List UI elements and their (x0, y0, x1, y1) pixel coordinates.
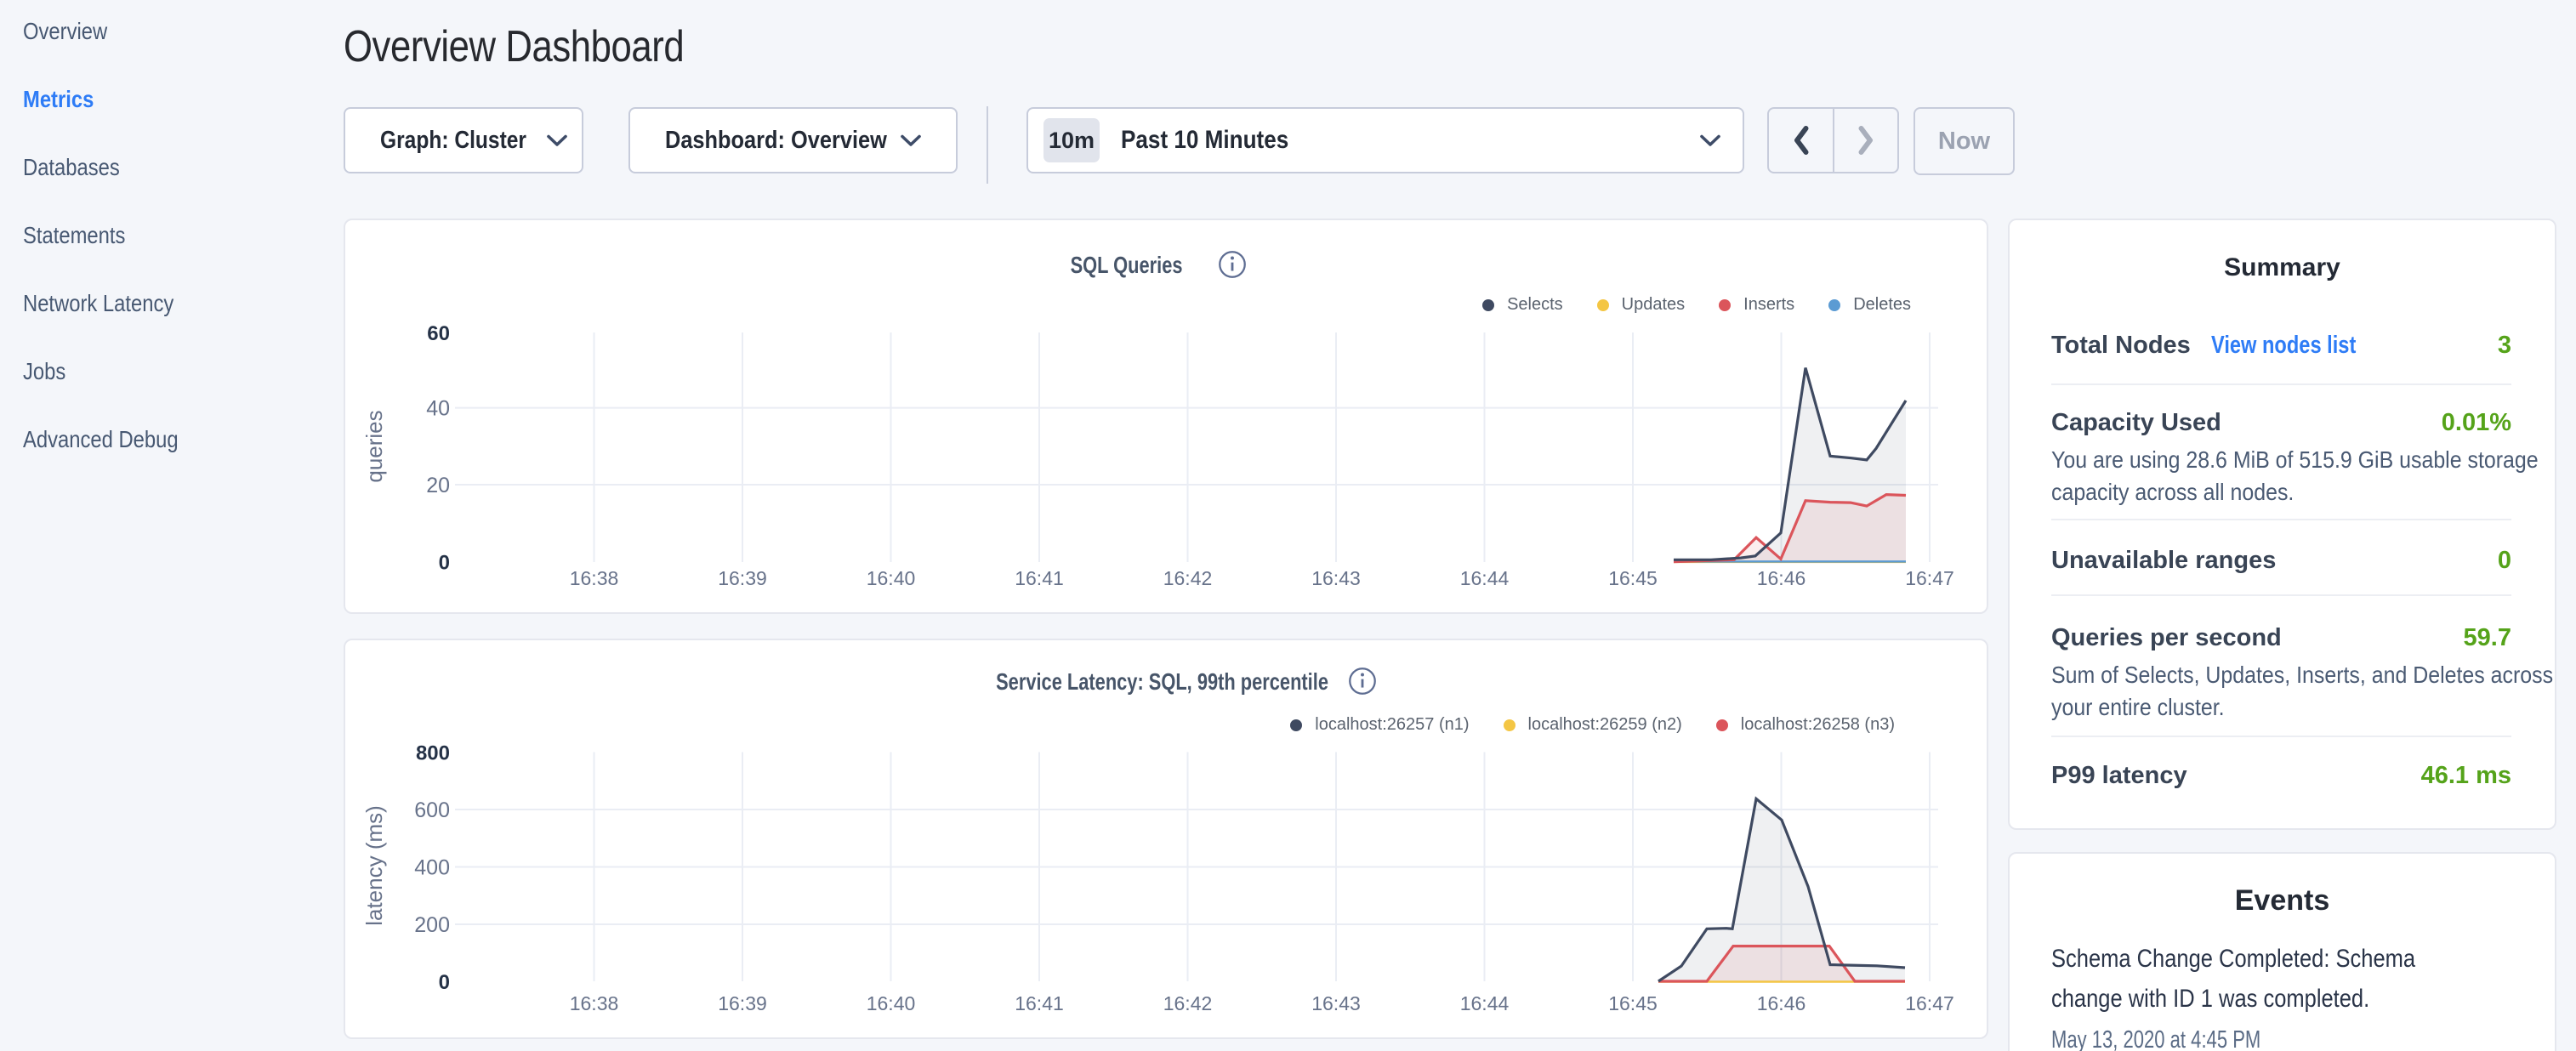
svg-text:200: 200 (414, 913, 450, 937)
svg-text:16:44: 16:44 (1460, 567, 1510, 589)
svg-text:16:43: 16:43 (1311, 567, 1361, 589)
svg-text:16:47: 16:47 (1905, 567, 1954, 589)
svg-text:800: 800 (416, 742, 450, 765)
svg-text:16:46: 16:46 (1757, 992, 1806, 1014)
svg-text:0: 0 (439, 552, 450, 575)
svg-text:16:38: 16:38 (570, 567, 619, 589)
svg-text:60: 60 (427, 322, 450, 345)
svg-text:40: 40 (426, 397, 450, 421)
svg-text:latency (ms): latency (ms) (361, 805, 387, 926)
svg-text:16:39: 16:39 (718, 567, 767, 589)
svg-text:16:40: 16:40 (867, 992, 916, 1014)
svg-text:16:42: 16:42 (1163, 567, 1213, 589)
svg-text:16:43: 16:43 (1311, 992, 1361, 1014)
svg-text:16:42: 16:42 (1163, 992, 1213, 1014)
svg-text:16:38: 16:38 (570, 992, 619, 1014)
svg-text:queries: queries (361, 410, 387, 482)
svg-text:16:44: 16:44 (1460, 992, 1510, 1014)
svg-text:16:41: 16:41 (1015, 992, 1064, 1014)
svg-text:0: 0 (439, 971, 450, 994)
svg-text:20: 20 (426, 474, 450, 497)
svg-text:400: 400 (414, 856, 450, 880)
svg-text:16:39: 16:39 (718, 992, 767, 1014)
svg-text:16:41: 16:41 (1015, 567, 1064, 589)
svg-text:16:45: 16:45 (1608, 992, 1658, 1014)
svg-text:16:46: 16:46 (1757, 567, 1806, 589)
svg-text:16:47: 16:47 (1905, 992, 1954, 1014)
svg-text:16:40: 16:40 (867, 567, 916, 589)
svg-text:600: 600 (414, 798, 450, 822)
svg-text:16:45: 16:45 (1608, 567, 1658, 589)
